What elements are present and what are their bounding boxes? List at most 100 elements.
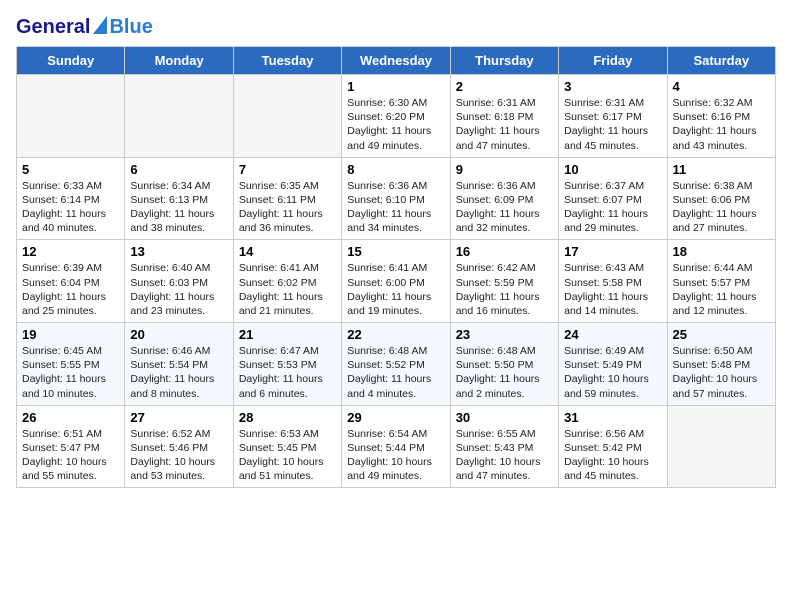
calendar-cell	[233, 75, 341, 158]
day-number: 10	[564, 162, 661, 177]
day-number: 21	[239, 327, 336, 342]
weekday-header-friday: Friday	[559, 47, 667, 75]
calendar-cell: 4Sunrise: 6:32 AM Sunset: 6:16 PM Daylig…	[667, 75, 775, 158]
calendar-cell	[17, 75, 125, 158]
logo-triangle-icon	[93, 16, 107, 38]
calendar-cell: 11 Sunrise: 6:38 AM Sunset: 6:06 PM Dayli…	[667, 157, 775, 240]
calendar-cell: 19 Sunrise: 6:45 AM Sunset: 5:55 PM Dayli…	[17, 323, 125, 406]
calendar-cell: 16 Sunrise: 6:42 AM Sunset: 5:59 PM Dayli…	[450, 240, 558, 323]
day-number: 24	[564, 327, 661, 342]
day-number: 13	[130, 244, 227, 259]
day-number: 3	[564, 79, 661, 94]
day-info: Sunrise: 6:39 AM Sunset: 6:04 PM Dayligh…	[22, 261, 119, 318]
day-number: 5	[22, 162, 119, 177]
day-info: Sunrise: 6:41 AM Sunset: 6:02 PM Dayligh…	[239, 261, 336, 318]
day-info: Sunrise: 6:48 AM Sunset: 5:50 PM Dayligh…	[456, 344, 553, 401]
calendar-cell: 10 Sunrise: 6:37 AM Sunset: 6:07 PM Dayli…	[559, 157, 667, 240]
day-info: Sunrise: 6:31 AM Sunset: 6:18 PM Dayligh…	[456, 96, 553, 153]
calendar-cell: 26 Sunrise: 6:51 AM Sunset: 5:47 PM Dayli…	[17, 405, 125, 488]
day-info: Sunrise: 6:52 AM Sunset: 5:46 PM Dayligh…	[130, 427, 227, 484]
day-info: Sunrise: 6:38 AM Sunset: 6:06 PM Dayligh…	[673, 179, 770, 236]
day-info: Sunrise: 6:43 AM Sunset: 5:58 PM Dayligh…	[564, 261, 661, 318]
day-number: 15	[347, 244, 444, 259]
day-number: 31	[564, 410, 661, 425]
day-info: Sunrise: 6:31 AM Sunset: 6:17 PM Dayligh…	[564, 96, 661, 153]
calendar-cell: 17 Sunrise: 6:43 AM Sunset: 5:58 PM Dayli…	[559, 240, 667, 323]
day-number: 18	[673, 244, 770, 259]
calendar-cell: 2 Sunrise: 6:31 AM Sunset: 6:18 PM Daylig…	[450, 75, 558, 158]
day-info: Sunrise: 6:44 AM Sunset: 5:57 PM Dayligh…	[673, 261, 770, 318]
day-info: Sunrise: 6:47 AM Sunset: 5:53 PM Dayligh…	[239, 344, 336, 401]
calendar-cell: 15 Sunrise: 6:41 AM Sunset: 6:00 PM Dayli…	[342, 240, 450, 323]
weekday-header-tuesday: Tuesday	[233, 47, 341, 75]
calendar-cell: 29 Sunrise: 6:54 AM Sunset: 5:44 PM Dayli…	[342, 405, 450, 488]
day-info: Sunrise: 6:50 AM Sunset: 5:48 PM Dayligh…	[673, 344, 770, 401]
calendar-week-2: 5 Sunrise: 6:33 AM Sunset: 6:14 PM Daylig…	[17, 157, 776, 240]
weekday-header-wednesday: Wednesday	[342, 47, 450, 75]
day-info: Sunrise: 6:37 AM Sunset: 6:07 PM Dayligh…	[564, 179, 661, 236]
day-info: Sunrise: 6:54 AM Sunset: 5:44 PM Dayligh…	[347, 427, 444, 484]
day-info: Sunrise: 6:33 AM Sunset: 6:14 PM Dayligh…	[22, 179, 119, 236]
day-info: Sunrise: 6:36 AM Sunset: 6:09 PM Dayligh…	[456, 179, 553, 236]
calendar-header-row: SundayMondayTuesdayWednesdayThursdayFrid…	[17, 47, 776, 75]
day-number: 1	[347, 79, 444, 94]
day-number: 29	[347, 410, 444, 425]
calendar-cell: 6 Sunrise: 6:34 AM Sunset: 6:13 PM Daylig…	[125, 157, 233, 240]
day-number: 6	[130, 162, 227, 177]
day-number: 23	[456, 327, 553, 342]
day-info: Sunrise: 6:51 AM Sunset: 5:47 PM Dayligh…	[22, 427, 119, 484]
logo-blue-text: Blue	[109, 17, 152, 37]
day-info: Sunrise: 6:35 AM Sunset: 6:11 PM Dayligh…	[239, 179, 336, 236]
calendar-cell: 3 Sunrise: 6:31 AM Sunset: 6:17 PM Daylig…	[559, 75, 667, 158]
calendar-cell: 14Sunrise: 6:41 AM Sunset: 6:02 PM Dayli…	[233, 240, 341, 323]
day-number: 30	[456, 410, 553, 425]
day-info: Sunrise: 6:56 AM Sunset: 5:42 PM Dayligh…	[564, 427, 661, 484]
day-info: Sunrise: 6:46 AM Sunset: 5:54 PM Dayligh…	[130, 344, 227, 401]
calendar-cell: 13Sunrise: 6:40 AM Sunset: 6:03 PM Dayli…	[125, 240, 233, 323]
day-info: Sunrise: 6:42 AM Sunset: 5:59 PM Dayligh…	[456, 261, 553, 318]
day-number: 28	[239, 410, 336, 425]
day-info: Sunrise: 6:48 AM Sunset: 5:52 PM Dayligh…	[347, 344, 444, 401]
page-header: General Blue	[16, 16, 776, 38]
day-info: Sunrise: 6:53 AM Sunset: 5:45 PM Dayligh…	[239, 427, 336, 484]
calendar-table: SundayMondayTuesdayWednesdayThursdayFrid…	[16, 46, 776, 488]
calendar-cell	[667, 405, 775, 488]
day-info: Sunrise: 6:32 AM Sunset: 6:16 PM Dayligh…	[673, 96, 770, 153]
calendar-cell: 8Sunrise: 6:36 AM Sunset: 6:10 PM Daylig…	[342, 157, 450, 240]
day-info: Sunrise: 6:49 AM Sunset: 5:49 PM Dayligh…	[564, 344, 661, 401]
day-info: Sunrise: 6:45 AM Sunset: 5:55 PM Dayligh…	[22, 344, 119, 401]
calendar-cell: 24 Sunrise: 6:49 AM Sunset: 5:49 PM Dayli…	[559, 323, 667, 406]
day-info: Sunrise: 6:55 AM Sunset: 5:43 PM Dayligh…	[456, 427, 553, 484]
day-number: 17	[564, 244, 661, 259]
day-number: 19	[22, 327, 119, 342]
day-info: Sunrise: 6:36 AM Sunset: 6:10 PM Dayligh…	[347, 179, 444, 236]
calendar-cell: 18 Sunrise: 6:44 AM Sunset: 5:57 PM Dayli…	[667, 240, 775, 323]
day-number: 2	[456, 79, 553, 94]
calendar-cell: 9 Sunrise: 6:36 AM Sunset: 6:09 PM Daylig…	[450, 157, 558, 240]
calendar-cell: 20 Sunrise: 6:46 AM Sunset: 5:54 PM Dayli…	[125, 323, 233, 406]
calendar-week-4: 19 Sunrise: 6:45 AM Sunset: 5:55 PM Dayli…	[17, 323, 776, 406]
day-number: 9	[456, 162, 553, 177]
calendar-cell: 31 Sunrise: 6:56 AM Sunset: 5:42 PM Dayli…	[559, 405, 667, 488]
day-number: 16	[456, 244, 553, 259]
day-number: 11	[673, 162, 770, 177]
calendar-cell	[125, 75, 233, 158]
weekday-header-saturday: Saturday	[667, 47, 775, 75]
calendar-cell: 5 Sunrise: 6:33 AM Sunset: 6:14 PM Daylig…	[17, 157, 125, 240]
calendar-week-5: 26 Sunrise: 6:51 AM Sunset: 5:47 PM Dayli…	[17, 405, 776, 488]
calendar-cell: 22Sunrise: 6:48 AM Sunset: 5:52 PM Dayli…	[342, 323, 450, 406]
calendar-cell: 7 Sunrise: 6:35 AM Sunset: 6:11 PM Daylig…	[233, 157, 341, 240]
logo: General Blue	[16, 16, 153, 38]
day-info: Sunrise: 6:41 AM Sunset: 6:00 PM Dayligh…	[347, 261, 444, 318]
day-number: 25	[673, 327, 770, 342]
weekday-header-thursday: Thursday	[450, 47, 558, 75]
day-info: Sunrise: 6:30 AM Sunset: 6:20 PM Dayligh…	[347, 96, 444, 153]
calendar-cell: 1 Sunrise: 6:30 AM Sunset: 6:20 PM Daylig…	[342, 75, 450, 158]
day-number: 7	[239, 162, 336, 177]
day-info: Sunrise: 6:34 AM Sunset: 6:13 PM Dayligh…	[130, 179, 227, 236]
calendar-cell: 28 Sunrise: 6:53 AM Sunset: 5:45 PM Dayli…	[233, 405, 341, 488]
day-number: 26	[22, 410, 119, 425]
calendar-week-3: 12 Sunrise: 6:39 AM Sunset: 6:04 PM Dayli…	[17, 240, 776, 323]
day-number: 12	[22, 244, 119, 259]
day-number: 20	[130, 327, 227, 342]
